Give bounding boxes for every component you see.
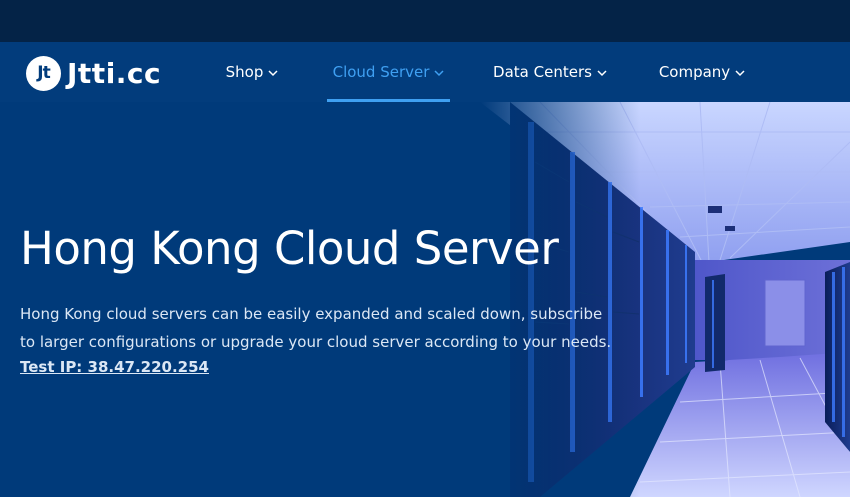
chevron-down-icon (735, 63, 745, 81)
nav-item-label: Cloud Server (332, 63, 430, 81)
nav-item-data-centers[interactable]: Data Centers (488, 42, 612, 102)
chevron-down-icon (268, 63, 278, 81)
site-logo[interactable]: Jt Jtti.cc (26, 55, 161, 91)
nav-item-label: Data Centers (493, 63, 592, 81)
top-bar (0, 0, 850, 42)
nav-item-cloud-server[interactable]: Cloud Server (327, 42, 450, 102)
active-tab-indicator (327, 99, 450, 102)
nav-item-label: Company (658, 63, 731, 81)
logo-mark-icon: Jt (26, 55, 61, 91)
hero-description: Hong Kong cloud servers can be easily ex… (20, 305, 612, 351)
test-ip-link[interactable]: Test IP: 38.47.220.254 (20, 358, 209, 376)
page-title: Hong Kong Cloud Server (20, 222, 559, 275)
chevron-down-icon (434, 63, 444, 81)
chevron-down-icon (597, 63, 607, 81)
nav-item-shop[interactable]: Shop (212, 42, 292, 102)
nav-item-label: Shop (225, 63, 264, 81)
logo-text: Jtti.cc (67, 56, 162, 90)
nav-item-company[interactable]: Company (650, 42, 754, 102)
